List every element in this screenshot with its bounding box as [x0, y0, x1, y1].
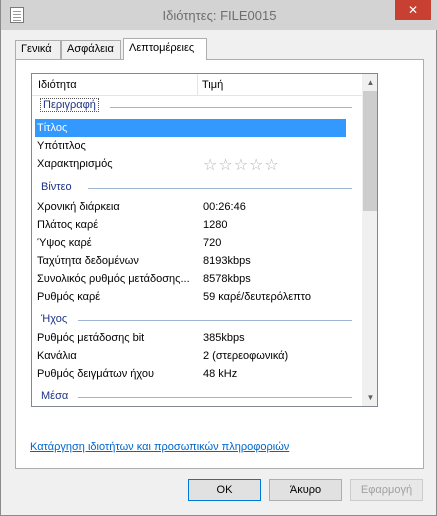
list-item-sample-rate[interactable]: Ρυθμός δειγμάτων ήχου 48 kHz [32, 365, 362, 383]
apply-button[interactable]: Εφαρμογή [350, 479, 423, 501]
property-value: 8193kbps [203, 255, 251, 267]
ok-button[interactable]: OK [188, 479, 261, 501]
remove-properties-link[interactable]: Κατάργηση ιδιοτήτων και προσωπικών πληρο… [30, 441, 289, 453]
scroll-up-arrow-icon[interactable]: ▲ [362, 74, 377, 91]
list-item-frame-width[interactable]: Πλάτος καρέ 1280 [32, 216, 362, 234]
list-item-total-bitrate[interactable]: Συνολικός ρυθμός μετάδοσης... 8578kbps [32, 270, 362, 288]
property-name: Κανάλια [37, 350, 77, 362]
property-name: Ύψος καρέ [37, 237, 92, 249]
property-value: 2 (στερεοφωνικά) [203, 350, 289, 362]
title-bar[interactable]: Ιδιότητες: FILE0015 ✕ [1, 0, 437, 30]
column-divider[interactable] [197, 74, 198, 96]
property-name: Χρονική διάρκεια [37, 201, 120, 213]
property-name: Συνολικός ρυθμός μετάδοσης... [37, 273, 190, 285]
list-item-frame-height[interactable]: Ύψος καρέ 720 [32, 234, 362, 252]
property-name: Χαρακτηρισμός [37, 158, 113, 170]
properties-window: Ιδιότητες: FILE0015 ✕ Γενικά Ασφάλεια Λε… [0, 0, 437, 516]
group-label: Μέσα [41, 390, 69, 402]
property-name: Υπότιτλος [37, 140, 86, 152]
list-item-duration[interactable]: Χρονική διάρκεια 00:26:46 [32, 198, 362, 216]
property-value: 385kbps [203, 332, 245, 344]
property-name: Ρυθμός καρέ [37, 291, 101, 303]
close-button[interactable]: ✕ [395, 0, 431, 20]
list-item-title[interactable]: Τίτλος [35, 119, 346, 137]
window-title: Ιδιότητες: FILE0015 [162, 8, 277, 23]
vertical-scrollbar[interactable]: ▲ ▼ [362, 74, 377, 406]
group-label: Βίντεο [41, 181, 72, 193]
property-value: 8578kbps [203, 273, 251, 285]
cancel-button[interactable]: Άκυρο [269, 479, 342, 501]
tab-general[interactable]: Γενικά [15, 40, 61, 59]
tab-security[interactable]: Ασφάλεια [61, 40, 121, 59]
property-value: 59 καρέ/δευτερόλεπτο [203, 291, 311, 303]
column-header-property[interactable]: Ιδιότητα [38, 79, 77, 91]
list-item-frame-rate[interactable]: Ρυθμός καρέ 59 καρέ/δευτερόλεπτο [32, 288, 362, 306]
property-value: 1280 [203, 219, 228, 231]
group-label: Περιγραφή [40, 98, 99, 112]
property-value: 48 kHz [203, 368, 238, 380]
tab-details[interactable]: Λεπτομέρειες [123, 38, 207, 60]
group-divider [78, 397, 352, 398]
scroll-down-arrow-icon[interactable]: ▼ [362, 389, 377, 406]
column-header-value[interactable]: Τιμή [202, 79, 223, 91]
list-item-channels[interactable]: Κανάλια 2 (στερεοφωνικά) [32, 347, 362, 365]
property-value: 720 [203, 237, 222, 249]
group-media[interactable]: Μέσα [32, 387, 362, 405]
property-name: Ρυθμός δειγμάτων ήχου [37, 368, 155, 380]
group-audio[interactable]: Ήχος [32, 310, 362, 328]
property-name: Τίτλος [37, 122, 68, 134]
group-label: Ήχος [41, 313, 68, 325]
property-name: Ρυθμός μετάδοσης bit [37, 332, 145, 344]
property-value: 00:26:46 [203, 201, 246, 213]
group-divider [78, 320, 352, 321]
group-video[interactable]: Βίντεο [32, 178, 362, 196]
list-item-subtitle[interactable]: Υπότιτλος [32, 137, 362, 155]
properties-list[interactable]: Ιδιότητα Τιμή Περιγραφή Τίτλος Υπότιτλος… [31, 73, 378, 407]
rating-stars-icon[interactable]: ☆☆☆☆☆ [203, 155, 280, 175]
list-item-data-rate[interactable]: Ταχύτητα δεδομένων 8193kbps [32, 252, 362, 270]
group-divider [110, 107, 352, 108]
group-divider [88, 188, 352, 189]
property-name: Ταχύτητα δεδομένων [37, 255, 139, 267]
property-name: Πλάτος καρέ [37, 219, 99, 231]
list-header: Ιδιότητα Τιμή [32, 74, 362, 96]
list-item-rating[interactable]: Χαρακτηρισμός ☆☆☆☆☆ [32, 155, 362, 175]
scroll-thumb[interactable] [363, 91, 377, 211]
list-item-audio-bitrate[interactable]: Ρυθμός μετάδοσης bit 385kbps [32, 329, 362, 347]
group-description[interactable]: Περιγραφή [32, 97, 362, 115]
